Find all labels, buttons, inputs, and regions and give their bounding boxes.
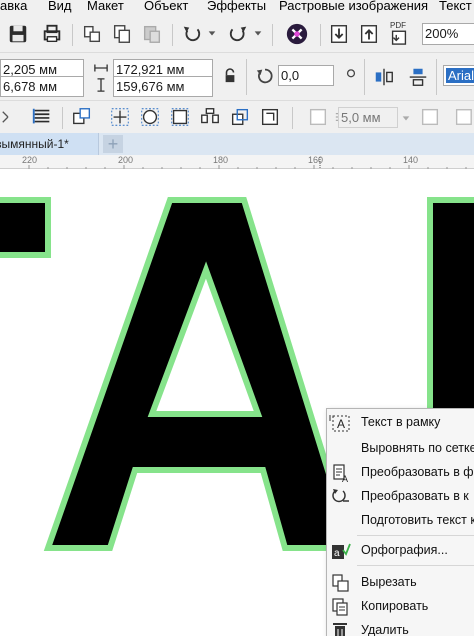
font-name: Arial — [446, 68, 474, 83]
position-y-field[interactable]: 6,678 мм — [0, 76, 84, 97]
menu-item-align-grid[interactable]: Выровнять по сетке — [327, 437, 474, 461]
copy-icon — [329, 597, 351, 617]
add-tab-button[interactable]: + — [103, 135, 123, 153]
menu-item-convert-curves[interactable]: Преобразовать в к — [327, 485, 474, 509]
svg-text:A: A — [337, 417, 345, 431]
menu-item-label: Орфография... — [361, 543, 448, 557]
import-icon[interactable] — [327, 22, 351, 46]
intersect-icon[interactable] — [258, 105, 282, 129]
print-icon[interactable] — [40, 22, 64, 46]
ruler-label: 180 — [213, 155, 229, 165]
menu-item-text-frame[interactable]: A Текст в рамку — [327, 411, 474, 435]
svg-text:a: a — [334, 548, 340, 559]
arrow-style-icon[interactable] — [452, 105, 474, 129]
menu-item-label: Выровнять по сетке — [361, 441, 474, 455]
font-field[interactable]: Arial — [443, 65, 474, 86]
search-content-icon[interactable] — [284, 21, 310, 47]
menu-item-label: Подготовить текст к — [361, 513, 474, 527]
menu-bitmaps[interactable]: Растровые изображения — [279, 0, 428, 15]
menu-text[interactable]: Текст — [439, 0, 472, 15]
break-apart-icon[interactable] — [168, 105, 192, 129]
height-icon — [92, 77, 110, 93]
lock-ratio-icon[interactable] — [222, 67, 238, 85]
copy-toolbar-icon[interactable] — [110, 22, 134, 46]
spellcheck-icon: a — [329, 541, 351, 561]
document-tab-bar: зымянный-1* + — [0, 133, 474, 155]
menu-layout[interactable]: Макет — [87, 0, 124, 15]
weld-icon[interactable] — [198, 105, 222, 129]
ruler-label: 160 — [308, 155, 324, 165]
menu-item-convert-frame[interactable]: A Преобразовать в ф — [327, 461, 474, 485]
letter-t-shape — [0, 197, 51, 258]
menu-item-label: Удалить — [361, 623, 409, 636]
menu-item-label: Преобразовать в ф — [361, 465, 474, 479]
cut-toolbar-icon[interactable] — [80, 22, 104, 46]
ruler-label: 140 — [403, 155, 419, 165]
menu-bar: авка Вид Макет Объект Эффекты Растровые … — [0, 0, 474, 16]
outline-color-icon[interactable] — [306, 105, 330, 129]
trim-icon[interactable] — [228, 105, 252, 129]
convert-icon — [329, 487, 351, 507]
cut-icon — [329, 573, 351, 593]
menu-item-label: Выровнять по сетке — [361, 441, 474, 455]
redo-icon[interactable] — [226, 22, 250, 46]
undo-dropdown-icon[interactable] — [206, 26, 218, 40]
line-style-icon[interactable] — [418, 105, 442, 129]
rotate-icon — [254, 65, 276, 87]
mirror-vertical-icon[interactable] — [406, 65, 430, 89]
menu-item-prepare-text[interactable]: Подготовить текст к — [327, 509, 474, 533]
context-menu: A Текст в рамку Выровнять по сетке A Пре… — [326, 408, 474, 636]
width-icon — [92, 60, 110, 76]
pdf-label: PDF — [390, 21, 406, 30]
document-tab[interactable]: зымянный-1* — [0, 133, 99, 155]
to-front-icon[interactable] — [70, 105, 94, 129]
combine-icon[interactable] — [138, 105, 162, 129]
letter-a-shape — [43, 197, 357, 551]
menu-object[interactable]: Объект — [144, 0, 188, 15]
menu-item-label: Вырезать — [361, 575, 417, 589]
menu-item-cut[interactable]: Вырезать — [327, 571, 474, 595]
pdf-icon[interactable]: PDF — [387, 21, 411, 47]
property-bar: 2,205 мм 6,678 мм 172,921 мм 159,676 мм … — [0, 52, 474, 100]
redo-dropdown-icon[interactable] — [252, 26, 264, 40]
text-frame-icon: A — [329, 413, 351, 433]
document-tab-title: зымянный-1* — [0, 137, 69, 151]
text-align-icon[interactable] — [30, 105, 54, 129]
menu-view[interactable]: Вид — [48, 0, 72, 15]
convert-curves-icon: A — [329, 463, 351, 483]
svg-text:A: A — [342, 474, 348, 483]
group-icon[interactable] — [108, 105, 132, 129]
horizontal-ruler[interactable]: 220 200 180 160 140 — [0, 155, 474, 169]
delete-icon — [329, 621, 351, 636]
ruler-label: 220 — [22, 155, 38, 165]
menu-edit[interactable]: авка — [0, 0, 27, 15]
outline-dropdown-icon[interactable] — [400, 111, 412, 125]
mirror-horizontal-icon[interactable] — [372, 65, 396, 89]
menu-separator — [357, 565, 474, 566]
save-icon[interactable] — [6, 22, 30, 46]
undo-icon[interactable] — [180, 22, 204, 46]
height-field[interactable]: 159,676 мм — [113, 76, 213, 97]
menu-item-delete[interactable]: Удалить — [327, 619, 474, 636]
menu-item-spellcheck[interactable]: a Орфография... — [327, 539, 474, 563]
menu-item-label: Текст в рамку — [361, 415, 440, 429]
ruler-label: 200 — [118, 155, 134, 165]
menu-item-label: Копировать — [361, 599, 429, 613]
menu-effects[interactable]: Эффекты — [207, 0, 266, 15]
arrange-toolbar: 5,0 мм — [0, 100, 474, 133]
standard-toolbar: PDF 200% — [0, 16, 474, 52]
menu-item-label: Преобразовать в к — [361, 489, 469, 503]
paste-icon[interactable] — [140, 22, 164, 46]
export-icon[interactable] — [357, 22, 381, 46]
zoom-level-field[interactable]: 200% — [422, 23, 474, 45]
menu-item-copy[interactable]: Копировать — [327, 595, 474, 619]
partial-icon[interactable] — [0, 105, 16, 129]
rotation-field[interactable]: 0,0 — [278, 65, 334, 86]
menu-separator — [357, 535, 474, 536]
menu-item-label: Текст в рамку — [361, 415, 441, 429]
degree-icon — [344, 67, 358, 83]
outline-width-field[interactable]: 5,0 мм — [338, 107, 398, 128]
